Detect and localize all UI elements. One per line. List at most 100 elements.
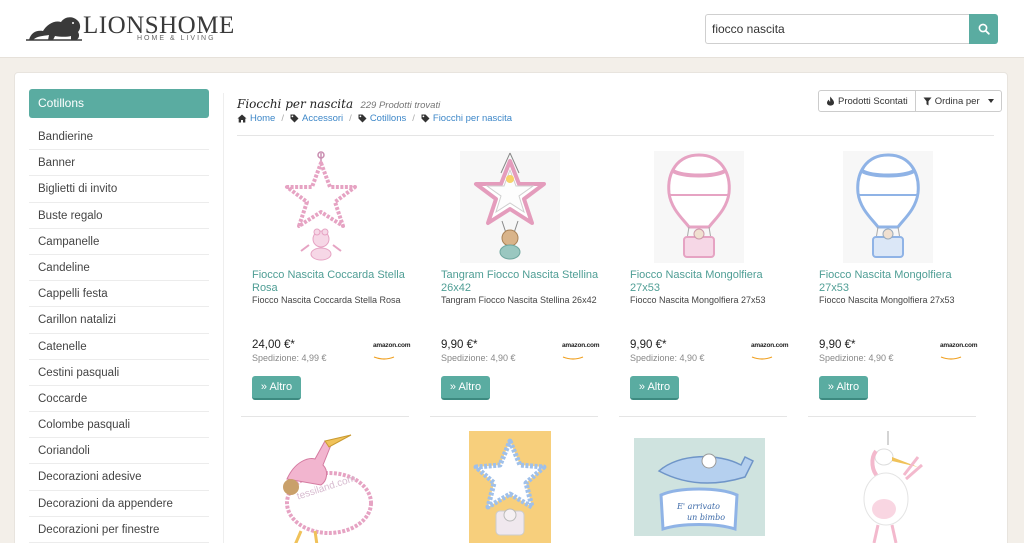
plane-text-line-2: un bimbo	[687, 513, 725, 522]
tag-icon	[290, 114, 299, 123]
product-price: 9,90 €*	[441, 339, 478, 351]
discounted-products-button[interactable]: Prodotti Scontati	[819, 91, 915, 111]
product-image[interactable]	[440, 431, 580, 543]
search-input[interactable]	[705, 14, 969, 44]
product-image[interactable]	[818, 151, 958, 263]
page-title: Fiocchi per nascita	[237, 97, 354, 111]
pink-balloon-icon	[654, 151, 744, 263]
amazon-label: amazon.com	[751, 342, 789, 349]
search-box	[705, 14, 998, 44]
product-card: E' arrivato un bimbo	[615, 431, 785, 543]
product-title[interactable]: Fiocco Nascita Mongolfiera 27x53	[630, 269, 788, 294]
lion-logo-icon	[26, 17, 82, 41]
sidebar-item[interactable]: Cestini pasquali	[29, 360, 209, 386]
amazon-smile-icon	[562, 356, 584, 360]
sidebar-item[interactable]: Carillon natalizi	[29, 307, 209, 334]
amazon-label: amazon.com	[940, 342, 978, 349]
product-image[interactable]	[629, 151, 769, 263]
toolbar-button-group: Prodotti Scontati Ordina per	[818, 90, 1002, 112]
amazon-label: amazon.com	[562, 342, 600, 349]
sidebar-item[interactable]: Campanelle	[29, 229, 209, 255]
product-title[interactable]: Tangram Fiocco Nascita Stellina 26x42	[441, 269, 599, 294]
breadcrumb-current[interactable]: Fiocchi per nascita	[433, 113, 512, 124]
card-divider	[808, 416, 976, 417]
category-sidebar: Cotillons Bandierine Banner Biglietti di…	[29, 89, 209, 543]
search-icon	[978, 23, 990, 35]
sidebar-item[interactable]: Decorazioni adesive	[29, 464, 209, 491]
breadcrumb-cotillons[interactable]: Cotillons	[370, 113, 406, 124]
pink-star-bow-icon	[285, 151, 357, 261]
product-title[interactable]: Fiocco Nascita Mongolfiera 27x53	[819, 269, 977, 294]
sidebar-item[interactable]: Cappelli festa	[29, 281, 209, 308]
product-image[interactable]	[440, 151, 580, 263]
blue-plane-bow-icon: E' arrivato un bimbo	[634, 438, 765, 536]
plane-text-line-1: E' arrivato	[676, 502, 720, 511]
caret-down-icon	[987, 99, 994, 103]
result-count: 229 Prodotti trovati	[360, 100, 441, 111]
sort-dropdown[interactable]: Ordina per	[914, 91, 1001, 111]
main-panel: Cotillons Bandierine Banner Biglietti di…	[14, 72, 1008, 543]
home-icon	[237, 114, 247, 123]
stork-bow-pink-icon: tessiland.com	[283, 434, 373, 543]
product-image[interactable]	[818, 431, 958, 543]
content-divider	[237, 135, 994, 136]
product-image[interactable]: tessiland.com	[251, 431, 391, 543]
blue-balloon-icon	[843, 151, 933, 263]
amazon-smile-icon	[940, 356, 962, 360]
card-divider	[241, 416, 409, 417]
sidebar-item[interactable]: Coccarde	[29, 386, 209, 413]
product-shipping: Spedizione: 4,90 €	[819, 353, 894, 363]
product-description: Fiocco Nascita Mongolfiera 27x53	[819, 295, 955, 305]
product-card	[804, 431, 974, 543]
more-button[interactable]: » Altro	[441, 376, 490, 400]
amazon-logo: amazon.com	[373, 342, 411, 360]
amazon-label: amazon.com	[373, 342, 411, 349]
top-bar: LIONSHOME HOME & LIVING	[0, 0, 1024, 58]
sidebar-item[interactable]: Candeline	[29, 255, 209, 282]
logo-subtitle: HOME & LIVING	[137, 35, 216, 42]
logo[interactable]: LIONSHOME HOME & LIVING	[25, 10, 234, 46]
amazon-logo: amazon.com	[751, 342, 789, 360]
product-description: Tangram Fiocco Nascita Stellina 26x42	[441, 295, 597, 305]
product-card: Tangram Fiocco Nascita Stellina 26x42 Ta…	[426, 151, 600, 441]
search-button[interactable]	[969, 14, 998, 44]
sidebar-item[interactable]: Buste regalo	[29, 203, 209, 229]
product-image[interactable]	[251, 151, 391, 263]
sidebar-divider	[223, 93, 224, 543]
filter-icon	[923, 97, 932, 105]
sidebar-item[interactable]: Decorazioni da appendere	[29, 491, 209, 517]
breadcrumb: Home / Accessori / Cotillons / Fiocchi p…	[237, 113, 512, 124]
amazon-smile-icon	[373, 356, 395, 360]
sort-label: Ordina per	[934, 95, 980, 107]
sidebar-item[interactable]: Biglietti di invito	[29, 176, 209, 203]
sidebar-item[interactable]: Banner	[29, 150, 209, 177]
product-description: Fiocco Nascita Coccarda Stella Rosa	[252, 295, 401, 305]
stork-plush-icon	[863, 431, 923, 543]
card-divider	[430, 416, 598, 417]
breadcrumb-home[interactable]: Home	[250, 113, 275, 124]
product-shipping: Spedizione: 4,99 €	[252, 353, 327, 363]
product-title[interactable]: Fiocco Nascita Coccarda Stella Rosa	[252, 269, 410, 294]
product-card	[426, 431, 596, 543]
sidebar-item[interactable]: Catenelle	[29, 334, 209, 360]
sidebar-item[interactable]: Coriandoli	[29, 438, 209, 465]
star-teddy-bow-icon	[460, 151, 560, 263]
product-description: Fiocco Nascita Mongolfiera 27x53	[630, 295, 766, 305]
product-card: Fiocco Nascita Mongolfiera 27x53 Fiocco …	[615, 151, 789, 441]
more-button[interactable]: » Altro	[252, 376, 301, 400]
amazon-logo: amazon.com	[562, 342, 600, 360]
more-button[interactable]: » Altro	[630, 376, 679, 400]
sidebar-title[interactable]: Cotillons	[29, 89, 209, 118]
more-button[interactable]: » Altro	[819, 376, 868, 400]
product-price: 9,90 €*	[630, 339, 667, 351]
breadcrumb-accessori[interactable]: Accessori	[302, 113, 343, 124]
product-image[interactable]: E' arrivato un bimbo	[629, 431, 769, 543]
sidebar-item[interactable]: Bandierine	[29, 124, 209, 151]
sidebar-item[interactable]: Decorazioni per finestre	[29, 517, 209, 543]
product-card: tessiland.com	[237, 431, 407, 543]
amazon-smile-icon	[751, 356, 773, 360]
sidebar-item[interactable]: Colombe pasquali	[29, 412, 209, 439]
discounted-products-label: Prodotti Scontati	[838, 95, 908, 107]
product-price: 24,00 €*	[252, 339, 295, 351]
product-card: Fiocco Nascita Coccarda Stella Rosa Fioc…	[237, 151, 411, 441]
